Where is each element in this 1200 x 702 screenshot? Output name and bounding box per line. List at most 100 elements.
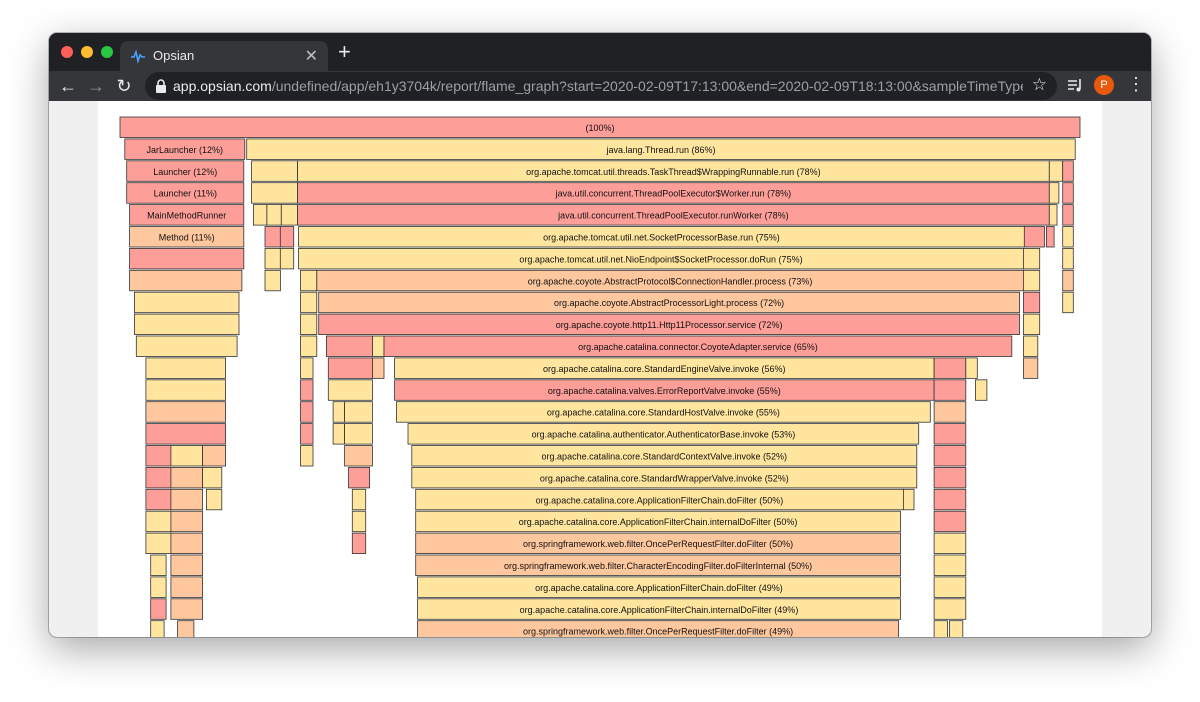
flame-frame[interactable]: org.springframework.web.filter.OncePerRe…	[417, 620, 900, 637]
maximize-window-button[interactable]	[101, 46, 113, 58]
flame-frame[interactable]	[264, 247, 281, 270]
flame-frame-rect[interactable]	[129, 269, 243, 292]
flame-frame[interactable]	[170, 466, 204, 489]
flame-frame-rect[interactable]	[264, 226, 281, 248]
flame-frame[interactable]	[145, 510, 172, 533]
flame-frame-rect[interactable]	[344, 423, 373, 445]
flame-frame[interactable]: java.util.concurrent.ThreadPoolExecutor$…	[297, 182, 1050, 204]
flame-frame[interactable]	[145, 379, 226, 401]
flame-frame[interactable]	[145, 445, 172, 467]
flame-frame[interactable]	[351, 532, 367, 555]
flame-frame-rect[interactable]	[351, 532, 367, 555]
flame-frame[interactable]: java.util.concurrent.ThreadPoolExecutor.…	[297, 204, 1050, 226]
flame-frame[interactable]	[372, 335, 385, 357]
flame-frame[interactable]	[300, 291, 318, 314]
flame-frame-rect[interactable]	[372, 357, 385, 379]
flame-frame[interactable]	[279, 247, 295, 270]
flame-frame-rect[interactable]	[903, 488, 915, 511]
flame-frame-rect[interactable]	[170, 576, 204, 598]
flame-frame[interactable]: org.apache.catalina.core.ApplicationFilt…	[417, 598, 901, 620]
flame-frame[interactable]	[129, 269, 243, 292]
flame-frame-rect[interactable]	[372, 335, 385, 357]
flame-frame-rect[interactable]	[145, 488, 172, 511]
flame-frame-rect[interactable]	[1062, 247, 1074, 270]
flame-frame[interactable]	[279, 226, 295, 248]
flame-frame-rect[interactable]	[300, 313, 318, 336]
flame-frame[interactable]	[145, 532, 172, 555]
flame-frame-rect[interactable]	[1023, 269, 1041, 292]
arrow-left-icon[interactable]: ←	[56, 74, 80, 98]
flame-frame-rect[interactable]	[251, 160, 298, 182]
flame-frame[interactable]	[264, 269, 281, 292]
flame-frame-rect[interactable]	[150, 554, 167, 576]
flame-frame[interactable]: org.apache.tomcat.util.threads.TaskThrea…	[297, 160, 1050, 182]
flame-frame-rect[interactable]	[1062, 226, 1074, 248]
close-window-button[interactable]	[61, 46, 73, 58]
flame-frame[interactable]	[145, 401, 226, 423]
flame-frame[interactable]: org.apache.tomcat.util.net.SocketProcess…	[298, 226, 1025, 248]
flame-frame[interactable]	[933, 445, 967, 467]
flame-frame-rect[interactable]	[177, 620, 195, 637]
flame-frame[interactable]	[344, 423, 373, 445]
flame-frame[interactable]: org.apache.coyote.AbstractProtocol$Conne…	[316, 269, 1024, 292]
flame-frame[interactable]	[1023, 226, 1045, 248]
flame-frame-rect[interactable]	[1023, 247, 1041, 270]
flame-frame[interactable]	[1062, 226, 1074, 248]
flame-frame-rect[interactable]	[933, 620, 948, 637]
flame-frame-rect[interactable]	[170, 598, 204, 620]
flame-frame-rect[interactable]	[1023, 313, 1041, 336]
media-queue-icon[interactable]	[1067, 78, 1083, 92]
flame-frame-rect[interactable]	[325, 335, 373, 357]
flame-frame[interactable]	[145, 488, 172, 511]
flame-frame[interactable]: java.lang.Thread.run (86%)	[246, 138, 1076, 160]
flame-frame[interactable]	[325, 335, 373, 357]
flame-frame-rect[interactable]	[202, 445, 226, 467]
flame-frame[interactable]	[327, 379, 373, 401]
flame-frame[interactable]	[145, 423, 226, 445]
flame-frame-rect[interactable]	[170, 488, 204, 511]
browser-menu-icon[interactable]: ⋮	[1127, 74, 1145, 95]
address-bar[interactable]: app.opsian.com/undefined/app/eh1y3704k/r…	[145, 72, 1057, 100]
flame-frame-rect[interactable]	[170, 445, 204, 467]
flame-frame[interactable]: MainMethodRunner	[129, 204, 245, 226]
flame-frame[interactable]	[1048, 182, 1060, 204]
flame-frame-rect[interactable]	[300, 379, 314, 401]
flame-frame-rect[interactable]	[135, 335, 238, 357]
flame-frame[interactable]: org.apache.tomcat.util.net.NioEndpoint$S…	[298, 247, 1024, 270]
flame-frame-rect[interactable]	[145, 423, 226, 445]
flame-frame[interactable]	[332, 423, 346, 445]
flame-frame[interactable]	[300, 357, 314, 379]
flame-frame[interactable]	[150, 598, 167, 620]
flame-frame-rect[interactable]	[933, 401, 967, 423]
flame-frame-rect[interactable]	[933, 445, 967, 467]
flame-frame-rect[interactable]	[1048, 204, 1058, 226]
flame-frame-rect[interactable]	[933, 598, 967, 620]
flame-frame-rect[interactable]	[1048, 160, 1064, 182]
flame-frame-rect[interactable]	[1046, 226, 1055, 248]
flame-frame-rect[interactable]	[1048, 182, 1060, 204]
flame-frame[interactable]	[903, 488, 915, 511]
flame-frame-rect[interactable]	[264, 269, 281, 292]
flame-frame[interactable]	[351, 510, 367, 533]
flame-frame[interactable]	[933, 620, 948, 637]
flame-frame[interactable]	[348, 466, 371, 489]
flame-frame-rect[interactable]	[300, 357, 314, 379]
flame-frame[interactable]	[251, 182, 298, 204]
flame-frame[interactable]	[1048, 204, 1058, 226]
flame-frame-rect[interactable]	[300, 445, 314, 467]
avatar[interactable]: P	[1094, 75, 1114, 95]
flame-frame-rect[interactable]	[170, 554, 204, 576]
flame-frame-rect[interactable]	[150, 576, 167, 598]
flame-frame[interactable]	[1062, 269, 1074, 292]
flame-frame-rect[interactable]	[145, 401, 226, 423]
flame-frame[interactable]	[145, 466, 172, 489]
flame-frame[interactable]	[1023, 269, 1041, 292]
arrow-right-icon[interactable]: →	[84, 74, 108, 98]
flame-frame[interactable]	[134, 313, 240, 336]
flame-frame-rect[interactable]	[327, 357, 373, 379]
flame-frame[interactable]	[1023, 357, 1039, 379]
bookmark-star-icon[interactable]: ☆	[1032, 75, 1047, 95]
flame-frame-rect[interactable]	[170, 466, 204, 489]
flame-frame[interactable]	[1023, 291, 1041, 314]
flame-frame[interactable]	[1062, 247, 1074, 270]
